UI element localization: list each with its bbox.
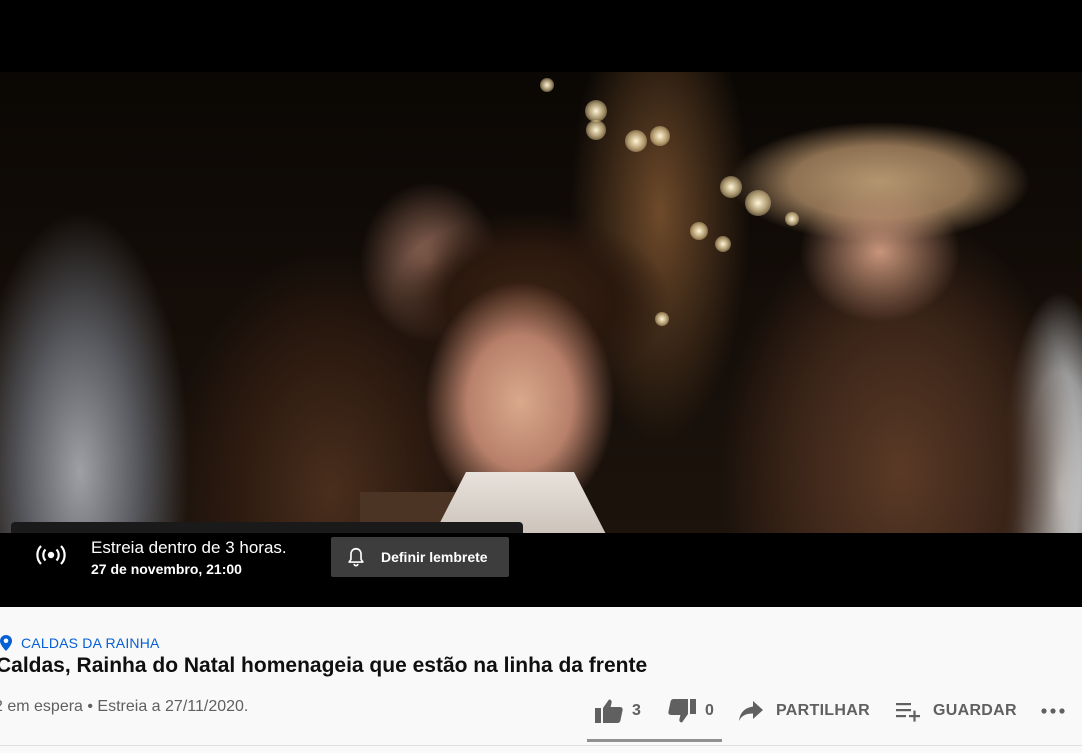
sentiment-bar [587,739,722,742]
share-label: PARTILHAR [776,702,870,719]
thumbs-down-icon [667,698,697,724]
divider [0,745,1082,746]
set-reminder-button[interactable]: Definir lembrete [331,537,509,577]
like-button[interactable]: 3 [594,694,641,728]
live-broadcast-icon [36,544,66,566]
bell-icon [345,546,367,568]
location-label: CALDAS DA RAINHA [21,635,160,651]
video-title: Caldas, Rainha do Natal homenageia que e… [0,654,648,677]
share-arrow-icon [738,700,764,722]
location-link[interactable]: CALDAS DA RAINHA [0,635,160,651]
action-bar: 3 0 PARTILHAR GUARDAR [0,694,1082,728]
like-count: 3 [632,702,641,719]
video-player[interactable]: Estreia dentro de 3 horas. 27 de novembr… [0,0,1082,607]
location-pin-icon [0,635,12,651]
playlist-add-icon [895,700,921,722]
more-actions-button[interactable] [1040,694,1068,728]
premiere-countdown-text: Estreia dentro de 3 horas. [91,538,287,557]
save-button[interactable]: GUARDAR [895,694,1017,728]
dislike-button[interactable]: 0 [667,694,714,728]
set-reminder-label: Definir lembrete [381,549,488,565]
thumbs-up-icon [594,698,624,724]
dislike-count: 0 [705,702,714,719]
share-button[interactable]: PARTILHAR [738,694,870,728]
premiere-date-text: 27 de novembro, 21:00 [91,561,242,577]
video-thumbnail[interactable] [0,72,1082,533]
save-label: GUARDAR [933,702,1017,719]
more-horizontal-icon [1040,706,1068,716]
